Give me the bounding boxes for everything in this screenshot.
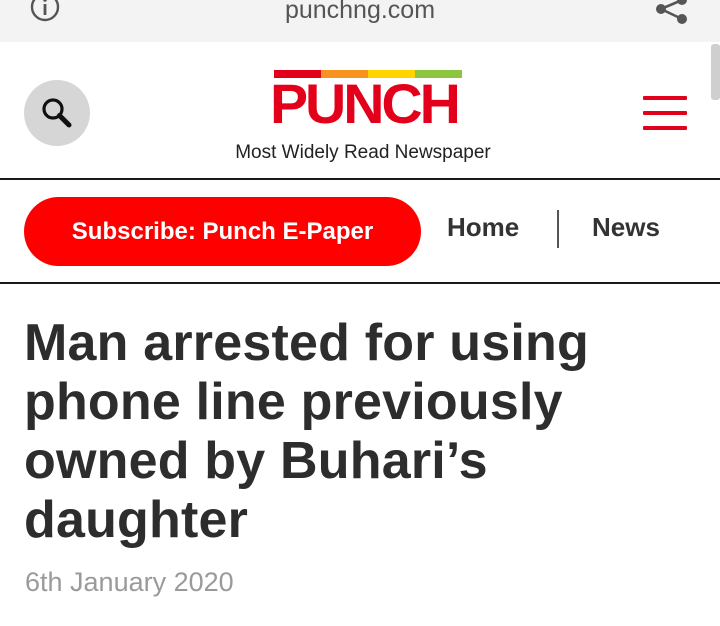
- masthead: PUNCH Most Widely Read Newspaper: [0, 42, 720, 178]
- nav-divider: [557, 210, 559, 248]
- hamburger-menu-icon[interactable]: [643, 96, 687, 134]
- article-headline[interactable]: Man arrested for using phone line previo…: [24, 314, 704, 550]
- nav-divider-line: [0, 282, 720, 284]
- subscribe-button[interactable]: Subscribe: Punch E-Paper: [24, 197, 421, 266]
- punch-logo[interactable]: PUNCH: [268, 68, 466, 134]
- browser-url-bar[interactable]: punchng.com: [0, 0, 720, 42]
- search-icon: [42, 98, 72, 128]
- article-date: 6th January 2020: [25, 567, 234, 597]
- url-text[interactable]: punchng.com: [0, 0, 720, 25]
- masthead-divider: [0, 178, 720, 180]
- share-icon[interactable]: [654, 0, 688, 24]
- nav-link-home[interactable]: Home: [447, 212, 519, 243]
- scrollbar-thumb[interactable]: [711, 44, 720, 100]
- logo-wordmark: PUNCH: [270, 72, 461, 135]
- tagline: Most Widely Read Newspaper: [235, 142, 491, 163]
- search-button[interactable]: [24, 80, 90, 146]
- nav-link-news[interactable]: News: [592, 212, 660, 243]
